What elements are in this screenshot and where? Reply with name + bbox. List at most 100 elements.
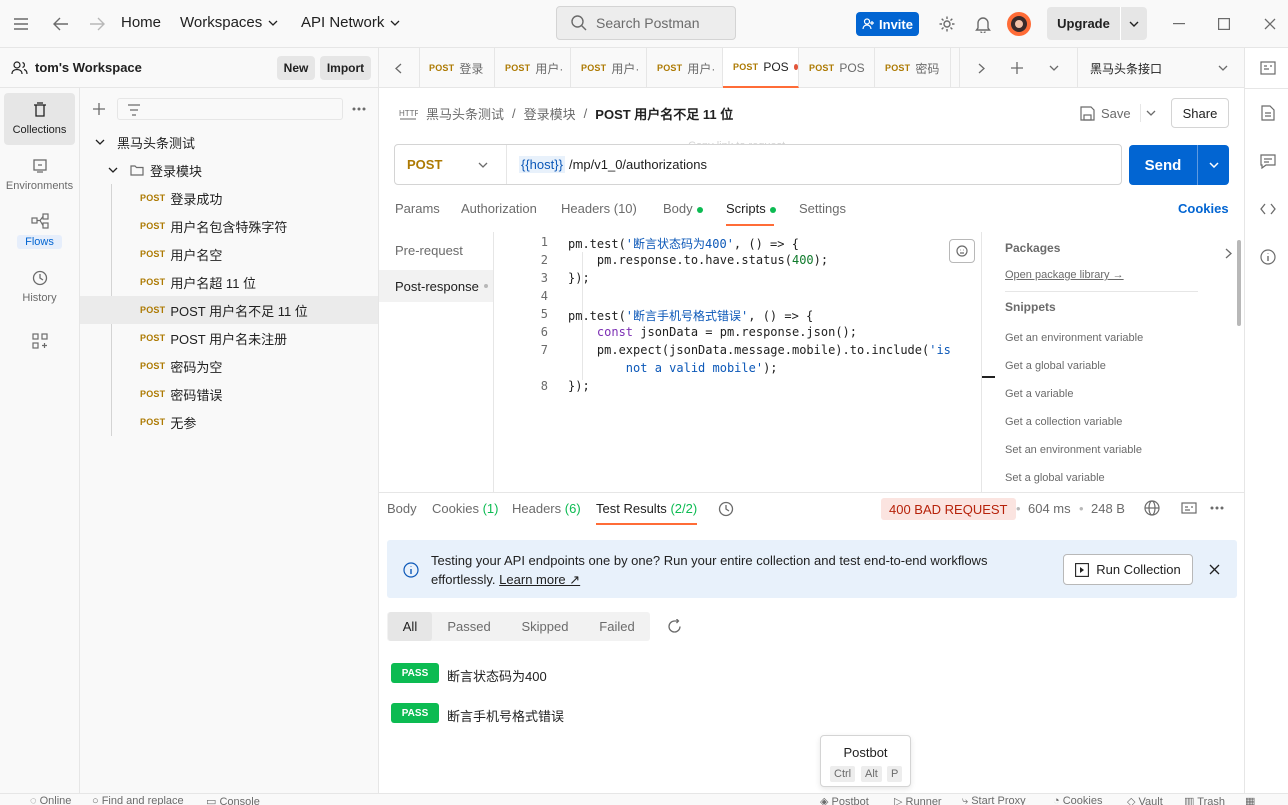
tab-request[interactable]: POST 用户· bbox=[647, 48, 723, 88]
snippet-item[interactable]: Get a global variable bbox=[1005, 360, 1106, 372]
tab-request[interactable]: POST 登录 bbox=[419, 48, 495, 88]
send-button[interactable]: Send bbox=[1129, 145, 1229, 185]
list-item[interactable]: POST 密码为空 bbox=[80, 352, 378, 380]
run-collection-button[interactable]: Run Collection bbox=[1063, 554, 1193, 585]
url-input[interactable]: {{host}} /mp/v1_0/authorizations bbox=[519, 145, 707, 184]
list-item[interactable]: POST POST 用户名未注册 bbox=[80, 324, 378, 352]
bell-icon[interactable] bbox=[972, 14, 994, 34]
collection-row[interactable]: 黑马头条测试 bbox=[80, 128, 378, 156]
list-item[interactable]: POST 用户名包含特殊字符 bbox=[80, 212, 378, 240]
send-options-chevron[interactable] bbox=[1198, 162, 1229, 168]
save-response-icon[interactable] bbox=[1179, 499, 1199, 517]
api-network-menu[interactable]: API Network bbox=[301, 14, 400, 31]
back-arrow-icon[interactable] bbox=[50, 13, 72, 35]
comments-icon[interactable] bbox=[1259, 152, 1277, 170]
upgrade-button[interactable]: Upgrade bbox=[1047, 7, 1147, 40]
new-button[interactable]: New bbox=[277, 56, 315, 80]
search-input[interactable]: Search Postman bbox=[556, 6, 736, 40]
response-tab-headers[interactable]: Headers (6) bbox=[512, 501, 581, 516]
status-badge[interactable]: 400 BAD REQUEST bbox=[881, 498, 1016, 520]
response-tab-body[interactable]: Body bbox=[387, 501, 417, 516]
find-replace-button[interactable]: ○ Find and replace bbox=[92, 795, 184, 805]
snippet-item[interactable]: Get a variable bbox=[1005, 388, 1073, 400]
new-tab-plus-icon[interactable] bbox=[1008, 59, 1026, 77]
environment-selector[interactable]: 黑马头条接口 bbox=[1077, 48, 1244, 88]
history-icon[interactable] bbox=[716, 499, 736, 519]
tab-request[interactable]: POST POS bbox=[799, 48, 875, 88]
rail-collections[interactable]: Collections bbox=[4, 93, 75, 145]
method-select[interactable]: POST bbox=[395, 145, 507, 184]
learn-more-link[interactable]: Learn more ↗ bbox=[499, 572, 580, 587]
response-tab-cookies[interactable]: Cookies (1) bbox=[432, 501, 498, 516]
cookies-link[interactable]: Cookies bbox=[1178, 201, 1229, 216]
filter-failed[interactable]: Failed bbox=[587, 612, 647, 641]
tab-request[interactable]: POST 用户· bbox=[495, 48, 571, 88]
minimize-icon[interactable] bbox=[1169, 14, 1189, 34]
tab-request-active[interactable]: POST POS bbox=[723, 48, 799, 88]
console-button[interactable]: ▭ Console bbox=[206, 795, 260, 805]
filter-input[interactable] bbox=[117, 98, 343, 120]
snippet-item[interactable]: Get a collection variable bbox=[1005, 416, 1122, 428]
share-button[interactable]: Share bbox=[1171, 98, 1229, 128]
response-time[interactable]: 604 ms bbox=[1028, 501, 1071, 516]
tabs-menu-chevron-icon[interactable] bbox=[1045, 59, 1063, 77]
workspaces-menu[interactable]: Workspaces bbox=[180, 14, 278, 31]
tab-headers[interactable]: Headers (10) bbox=[561, 201, 637, 216]
rail-history[interactable]: History bbox=[4, 261, 75, 313]
tab-params[interactable]: Params bbox=[395, 201, 440, 216]
collapse-panel-chevron-icon[interactable] bbox=[1222, 246, 1234, 260]
documentation-icon[interactable] bbox=[1259, 104, 1277, 122]
start-proxy-button[interactable]: ⤷ Start Proxy bbox=[962, 795, 1026, 805]
invite-button[interactable]: Invite bbox=[856, 12, 919, 36]
response-size[interactable]: 248 B bbox=[1091, 501, 1125, 516]
menu-icon[interactable] bbox=[10, 14, 32, 34]
filter-passed[interactable]: Passed bbox=[435, 612, 503, 641]
breadcrumb-folder[interactable]: 登录模块 bbox=[524, 104, 576, 123]
tab-scripts[interactable]: Scripts bbox=[726, 201, 776, 216]
list-item[interactable]: POST 密码错误 bbox=[80, 380, 378, 408]
workspace-name[interactable]: tom's Workspace bbox=[35, 60, 142, 75]
scrollbar[interactable] bbox=[1237, 240, 1241, 326]
forward-arrow-icon[interactable] bbox=[86, 13, 108, 35]
postbot-button[interactable]: ◈ Postbot bbox=[820, 795, 869, 805]
online-status[interactable]: ◌ Online bbox=[30, 795, 71, 805]
globe-icon[interactable] bbox=[1143, 499, 1161, 517]
rail-configure[interactable] bbox=[4, 321, 75, 361]
home-link[interactable]: Home bbox=[121, 14, 161, 31]
snippet-item[interactable]: Get an environment variable bbox=[1005, 332, 1143, 344]
layout-icon[interactable]: ▦ bbox=[1245, 795, 1255, 805]
tab-settings[interactable]: Settings bbox=[799, 201, 846, 216]
refresh-icon[interactable] bbox=[665, 617, 683, 635]
chevron-right-icon[interactable] bbox=[972, 59, 990, 77]
response-tab-test-results[interactable]: Test Results (2/2) bbox=[596, 501, 697, 516]
snippet-item[interactable]: Set an environment variable bbox=[1005, 444, 1142, 456]
list-item[interactable]: POST 登录成功 bbox=[80, 184, 378, 212]
open-package-library-link[interactable]: Open package library → bbox=[1005, 269, 1124, 281]
runner-button[interactable]: ▷ Runner bbox=[894, 795, 942, 805]
maximize-icon[interactable] bbox=[1214, 14, 1234, 34]
snippet-item[interactable]: Set a global variable bbox=[1005, 472, 1105, 484]
postbot-wand-icon[interactable] bbox=[949, 239, 975, 263]
breadcrumb-current[interactable]: POST 用户名不足 11 位 bbox=[595, 104, 733, 123]
close-icon[interactable] bbox=[1207, 562, 1222, 577]
more-horizontal-icon[interactable] bbox=[350, 100, 368, 118]
tab-authorization[interactable]: Authorization bbox=[461, 201, 537, 216]
import-button[interactable]: Import bbox=[320, 56, 371, 80]
info-icon[interactable] bbox=[1259, 248, 1277, 266]
tab-request[interactable]: POST 密码 bbox=[875, 48, 951, 88]
chevron-left-icon[interactable] bbox=[389, 59, 407, 77]
code-icon[interactable] bbox=[1259, 200, 1277, 218]
filter-skipped[interactable]: Skipped bbox=[508, 612, 582, 641]
trash-button[interactable]: ▥ Trash bbox=[1184, 795, 1225, 805]
vault-button[interactable]: ◇ Vault bbox=[1127, 795, 1163, 805]
list-item[interactable]: POST 用户名超 11 位 bbox=[80, 268, 378, 296]
list-item[interactable]: POST 无参 bbox=[80, 408, 378, 436]
environment-quicklook-icon[interactable] bbox=[1259, 59, 1277, 77]
tab-request[interactable]: POST 用户· bbox=[571, 48, 647, 88]
add-icon[interactable] bbox=[90, 100, 108, 118]
cookies-button[interactable]: ◔ Cookies bbox=[1053, 795, 1102, 805]
avatar[interactable] bbox=[1006, 11, 1032, 37]
list-item-selected[interactable]: POST POST 用户名不足 11 位 bbox=[80, 296, 378, 324]
settings-gear-icon[interactable] bbox=[936, 14, 958, 34]
list-item[interactable]: POST 用户名空 bbox=[80, 240, 378, 268]
